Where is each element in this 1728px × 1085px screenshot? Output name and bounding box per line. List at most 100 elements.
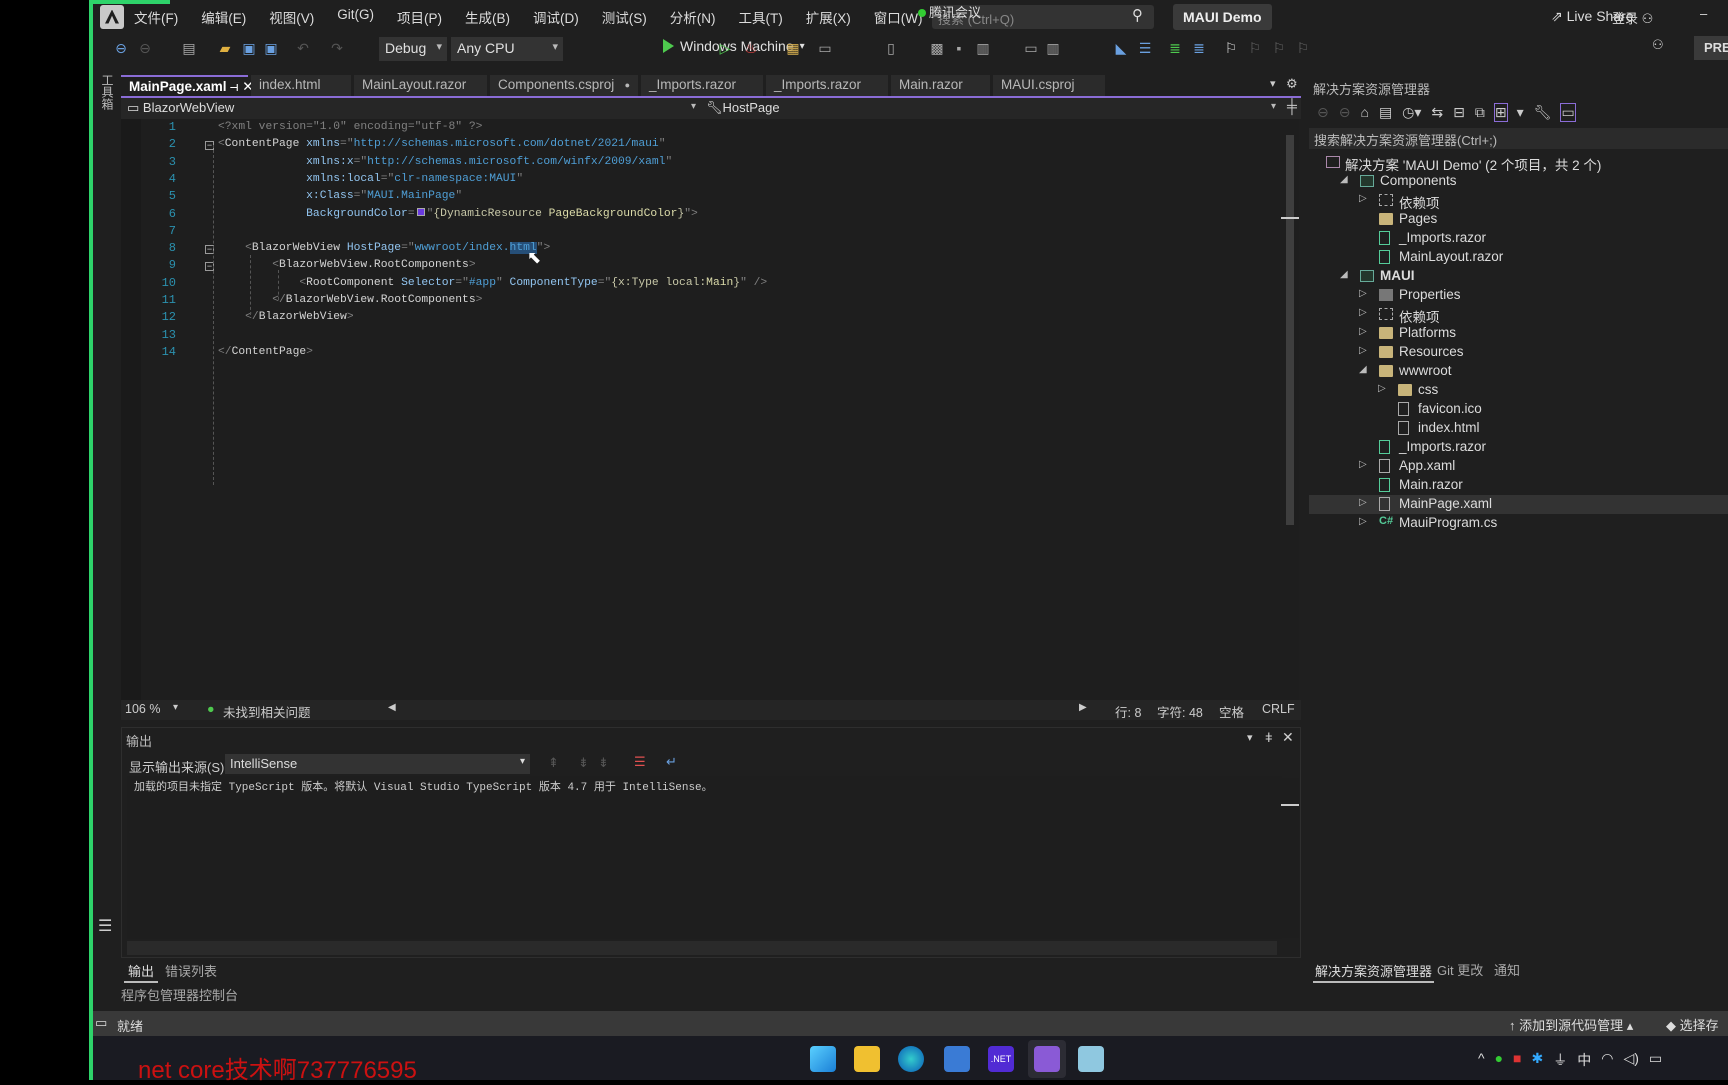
next-bookmark-icon[interactable]: ⚐ (1271, 40, 1287, 56)
app-icon[interactable] (1078, 1046, 1104, 1072)
collapsed-arrow-icon[interactable]: ▷ (1359, 497, 1367, 508)
code-line[interactable]: </ContentPage> (218, 346, 313, 358)
settings-gear-icon[interactable]: ⚙ (1286, 76, 1298, 92)
tree-item[interactable]: ▷ MainPage.xaml (1309, 495, 1728, 514)
save-all-icon[interactable]: ▣ (263, 40, 279, 56)
next-message-icon[interactable]: ⇟ (598, 755, 609, 771)
line-ending[interactable]: CRLF (1262, 702, 1295, 716)
collapse-all-icon[interactable]: ⊟ (1453, 104, 1465, 121)
find-icon[interactable]: ⇞ (548, 755, 559, 771)
wifi-icon[interactable]: ◠ (1601, 1050, 1613, 1070)
solution-explorer-search[interactable]: 搜索解决方案资源管理器(Ctrl+;) (1309, 128, 1728, 149)
expanded-arrow-icon[interactable]: ◢ (1340, 174, 1348, 185)
pin-icon[interactable]: ⊣ (227, 83, 238, 94)
prev-bookmark-icon[interactable]: ⚐ (1247, 40, 1263, 56)
close-icon[interactable]: ✕ (1282, 729, 1294, 746)
new-project-icon[interactable]: ▤ (181, 40, 197, 56)
redo-icon[interactable]: ↷ (329, 40, 345, 56)
tab-list-dropdown-icon[interactable]: ▾ (1270, 77, 1276, 90)
undo-icon[interactable]: ↶ (295, 40, 311, 56)
terminal-icon[interactable]: ▪ (951, 40, 967, 56)
issues-status[interactable]: 未找到相关问题 (223, 702, 311, 721)
menu-item[interactable]: 窗口(W) (874, 7, 923, 27)
whitespace-mode[interactable]: 空格 (1219, 702, 1244, 721)
code-line[interactable]: <RootComponent Selector="#app" Component… (218, 277, 767, 289)
collapsed-arrow-icon[interactable]: ▷ (1359, 345, 1367, 356)
tab-error-list[interactable]: 错误列表 (165, 960, 217, 981)
indent-icon[interactable]: ≣ (1167, 40, 1183, 56)
search-icon[interactable]: ⚲ (1132, 6, 1143, 24)
open-folder-icon[interactable]: ▰ (217, 40, 233, 56)
clear-all-icon[interactable]: ☰ (634, 754, 646, 770)
chevron-down-icon[interactable]: ▾ (173, 702, 178, 713)
source-control-button[interactable]: ↑ 添加到源代码管理 ▴ (1509, 1015, 1633, 1034)
package-manager-console-tab[interactable]: 程序包管理器控制台 (121, 985, 238, 1004)
char-number[interactable]: 字符: 48 (1157, 702, 1203, 721)
chevron-down-icon[interactable]: ▾ (691, 101, 696, 112)
tree-item[interactable]: _Imports.razor (1309, 229, 1728, 248)
panel-icon[interactable]: ▥ (1045, 40, 1061, 56)
code-line[interactable]: xmlns:x="http://schemas.microsoft.com/wi… (218, 156, 672, 168)
start-without-debugging-icon[interactable]: ▷ (717, 40, 733, 56)
output-vertical-scrollbar[interactable] (1281, 778, 1299, 938)
android-icon[interactable]: ▩ (929, 40, 945, 56)
tree-item[interactable]: _Imports.razor (1309, 438, 1728, 457)
preview-badge[interactable]: PRE (1694, 36, 1728, 60)
device-icon[interactable]: ▯ (883, 40, 899, 56)
code-line[interactable]: x:Class="MAUI.MainPage" (218, 190, 462, 202)
menu-item[interactable]: 项目(P) (397, 7, 442, 27)
solution-icon[interactable]: ▦ (785, 40, 801, 56)
run-button[interactable]: Windows Machine ▾ (663, 38, 805, 54)
tab-git-changes[interactable]: Git 更改 (1437, 960, 1483, 979)
toolbox-tab[interactable]: 工具箱 (99, 74, 116, 110)
feedback-icon[interactable]: ⚇ (1652, 37, 1664, 53)
menu-item[interactable]: 编辑(E) (201, 7, 246, 27)
menu-item[interactable]: 测试(S) (602, 7, 647, 27)
tab-document[interactable]: MainLayout.razor (354, 75, 487, 97)
wechat-icon[interactable]: ● (1495, 1050, 1503, 1070)
tree-item[interactable]: ▷ C# MauiProgram.cs (1309, 514, 1728, 533)
layout-icon[interactable]: ▥ (975, 40, 991, 56)
member-dropdown[interactable]: 🔧︎HostPage (706, 100, 780, 116)
collapsed-arrow-icon[interactable]: ▷ (1359, 516, 1367, 527)
tree-item[interactable]: ▷ App.xaml (1309, 457, 1728, 476)
back-icon[interactable]: ⊖ (113, 40, 129, 56)
tab-document[interactable]: index.html (251, 75, 351, 97)
window-icon[interactable]: ▭ (817, 40, 833, 56)
windows-start-icon[interactable] (810, 1046, 836, 1072)
tab-output[interactable]: 输出 (124, 960, 159, 983)
output-source-select[interactable]: IntelliSense (225, 754, 530, 774)
split-icon[interactable]: ╪ (1287, 98, 1297, 114)
menu-item[interactable]: Git(G) (337, 7, 374, 27)
ime-indicator[interactable]: 中 (1577, 1050, 1591, 1070)
tree-item[interactable]: favicon.ico (1309, 400, 1728, 419)
configuration-select[interactable]: Debug (379, 37, 447, 61)
tab-document[interactable]: Main.razor (891, 75, 990, 97)
output-horizontal-scrollbar[interactable] (127, 941, 1277, 955)
collapsed-arrow-icon[interactable]: ▷ (1359, 193, 1367, 204)
battery-icon[interactable]: ▭ (1649, 1050, 1662, 1070)
minimize-button[interactable]: – (1700, 6, 1707, 21)
list-icon[interactable]: ☰ (98, 916, 112, 936)
tree-item[interactable]: ▷ css (1309, 381, 1728, 400)
volume-icon[interactable]: ◁) (1623, 1050, 1638, 1070)
microphone-icon[interactable]: ⏚ (1553, 1050, 1567, 1070)
home-icon[interactable]: ⌂ (1360, 104, 1368, 121)
code-line[interactable]: <?xml version="1.0" encoding="utf-8" ?> (218, 121, 482, 133)
output-text-area[interactable] (127, 776, 1282, 939)
menu-item[interactable]: 生成(B) (465, 7, 510, 27)
tree-item[interactable]: 解决方案 'MAUI Demo' (2 个项目，共 2 个) (1309, 153, 1728, 173)
prev-message-icon[interactable]: ⇟ (578, 755, 589, 771)
chevron-down-icon[interactable]: ▾ (1517, 104, 1524, 121)
back-icon[interactable]: ⊖ (1317, 104, 1329, 121)
menu-item[interactable]: 分析(N) (670, 7, 716, 27)
format-icon[interactable]: ☰ (1137, 40, 1153, 56)
switch-views-icon[interactable]: ▤ (1379, 104, 1392, 121)
live-share-button[interactable]: ⇗ Live Share (1551, 8, 1634, 25)
collapsed-arrow-icon[interactable]: ▷ (1378, 383, 1386, 394)
code-line[interactable]: </BlazorWebView> (218, 311, 353, 323)
code-line[interactable]: </BlazorWebView.RootComponents> (218, 294, 482, 306)
preview-icon[interactable]: ▭ (1560, 103, 1576, 122)
monitor-icon[interactable]: ▭ (1023, 40, 1039, 56)
visual-studio-preview-icon[interactable] (1034, 1046, 1060, 1072)
